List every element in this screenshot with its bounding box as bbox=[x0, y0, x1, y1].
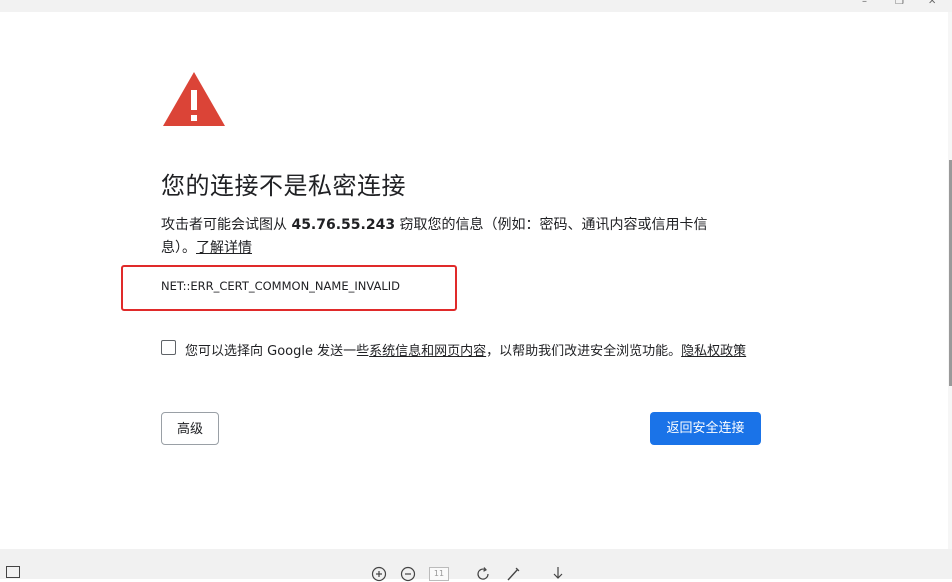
system-info-link[interactable]: 系统信息和网页内容 bbox=[369, 344, 486, 359]
optin-middle: ，以帮助我们改进安全浏览功能。 bbox=[486, 344, 682, 359]
advanced-button[interactable]: 高级 bbox=[161, 412, 219, 445]
optin-prefix: 您可以选择向 Google 发送一些 bbox=[185, 344, 370, 359]
host-address: 45.76.55.243 bbox=[291, 217, 396, 233]
desc-prefix: 攻击者可能会试图从 bbox=[161, 217, 292, 233]
error-code[interactable]: NET::ERR_CERT_COMMON_NAME_INVALID bbox=[161, 279, 400, 293]
privacy-policy-link[interactable]: 隐私权政策 bbox=[681, 344, 746, 359]
rotate-icon[interactable] bbox=[475, 566, 491, 582]
learn-more-link[interactable]: 了解详情 bbox=[196, 240, 252, 256]
error-description: 攻击者可能会试图从 45.76.55.243 窃取您的信息（例如：密码、通讯内容… bbox=[161, 214, 736, 260]
close-button[interactable]: ✕ bbox=[928, 0, 936, 8]
pen-icon[interactable] bbox=[505, 566, 521, 582]
warning-triangle-icon bbox=[163, 72, 225, 126]
minimize-button[interactable]: – bbox=[862, 0, 867, 8]
download-icon[interactable] bbox=[550, 566, 566, 582]
optin-text: 您可以选择向 Google 发送一些系统信息和网页内容，以帮助我们改进安全浏览功… bbox=[185, 340, 746, 359]
send-report-checkbox[interactable] bbox=[161, 340, 176, 355]
back-to-safety-button[interactable]: 返回安全连接 bbox=[650, 412, 761, 445]
zoom-out-icon[interactable] bbox=[400, 566, 416, 582]
page-title: 您的连接不是私密连接 bbox=[161, 172, 406, 200]
sidebar-icon[interactable] bbox=[6, 566, 20, 578]
restore-button[interactable]: ❐ bbox=[895, 0, 904, 8]
window-titlebar: – ❐ ✕ bbox=[0, 0, 952, 12]
zoom-in-icon[interactable] bbox=[371, 566, 387, 582]
